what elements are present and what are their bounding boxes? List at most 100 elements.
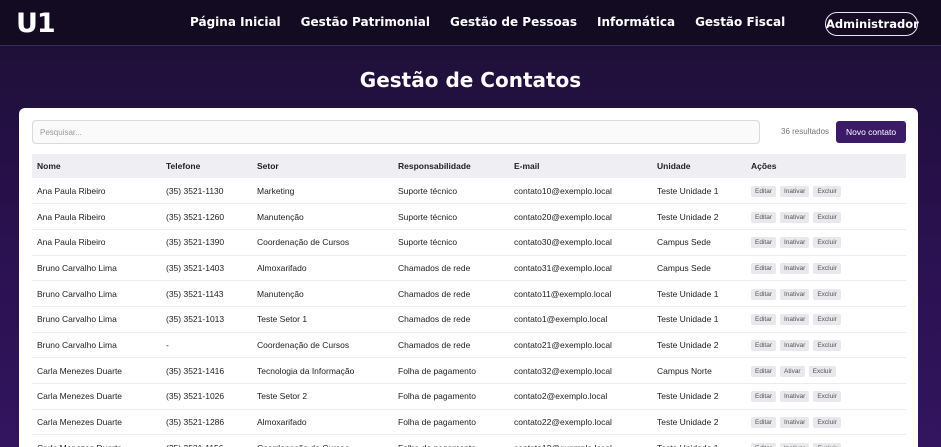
app-logo[interactable]: U1 [16,8,56,39]
contact-unit: Teste Unidade 2 [657,339,719,350]
column-header[interactable]: Responsabilidade [393,154,509,178]
delete-button[interactable]: Excluir [813,288,841,300]
contact-responsibility: Suporte técnico [398,185,458,196]
new-contact-button[interactable]: Novo contato [836,121,906,143]
edit-button[interactable]: Editar [751,417,776,429]
nav-fiscal-management[interactable]: Gestão Fiscal [695,15,785,29]
delete-button[interactable]: Excluir [813,185,841,197]
contact-sector: Almoxarifado [257,262,307,273]
row-actions: EditarInativarExcluir [746,384,906,410]
delete-button[interactable]: Excluir [813,237,841,249]
toggle-status-button[interactable]: Ativar [779,365,805,377]
delete-button[interactable]: Excluir [813,417,841,429]
delete-button[interactable]: Excluir [813,339,841,351]
contact-unit: Campus Norte [657,365,712,376]
toggle-status-button[interactable]: Inativar [779,237,810,249]
edit-button[interactable]: Editar [751,314,776,326]
contact-phone: (35) 3521-1156 [161,435,252,447]
contact-name: Bruno Carvalho Lima [37,288,117,299]
table-row: Carla Menezes Duarte (35) 3521-1286 Almoxa… [32,409,906,435]
toggle-status-button[interactable]: Inativar [779,185,810,197]
nav-home[interactable]: Página Inicial [190,15,281,29]
nav-it[interactable]: Informática [597,15,675,29]
row-actions: EditarInativarExcluir [746,178,906,204]
row-actions: EditarInativarExcluir [746,281,906,307]
table-row: Ana Paula Ribeiro (35) 3521-1130 Marketing… [32,178,906,204]
edit-button[interactable]: Editar [751,288,776,300]
table-row: Carla Menezes Duarte (35) 3521-1416 Tecnol… [32,358,906,384]
column-header[interactable]: Unidade [652,154,746,178]
column-header[interactable]: Nome [32,154,161,178]
contact-responsibility: Suporte técnico [398,237,458,248]
contact-responsibility: Suporte técnico [398,211,458,222]
contact-phone: (35) 3521-1260 [166,211,225,222]
toggle-status-button[interactable]: Inativar [779,314,810,326]
contact-responsibility: Folha de pagamento [398,365,476,376]
row-actions: EditarInativarExcluir [746,229,906,255]
contact-phone: - [166,339,169,350]
toggle-status-button[interactable]: Inativar [779,288,810,300]
table-row: Carla Menezes Duarte(35) 3521-1156Coorde… [32,435,906,447]
toggle-status-button[interactable]: Inativar [779,262,810,274]
column-header[interactable]: Setor [252,154,393,178]
contact-unit: Teste Unidade 2 [657,417,719,428]
contact-sector: Coordenação de Cursos [257,339,350,350]
row-actions: EditarInativarExcluir [746,332,906,358]
contact-email: contato2@exemplo.local [514,391,608,402]
nav-asset-management[interactable]: Gestão Patrimonial [301,15,430,29]
row-actions: EditarInativarExcluir [746,409,906,435]
contact-name: Bruno Carvalho Lima [37,262,117,273]
edit-button[interactable]: Editar [751,391,776,403]
column-header[interactable]: Telefone [161,154,252,178]
contact-name: Carla Menezes Duarte [32,435,161,447]
contact-name: Bruno Carvalho Lima [37,314,117,325]
edit-button[interactable]: Editar [751,262,776,274]
edit-button[interactable]: Editar [751,365,776,377]
table-row: Carla Menezes Duarte (35) 3521-1026 Teste … [32,384,906,410]
main-nav: Página Inicial Gestão Patrimonial Gestão… [190,15,805,29]
toggle-status-button[interactable]: Inativar [779,391,810,403]
contact-phone: (35) 3521-1013 [166,314,225,325]
row-actions: EditarInativarExcluir [746,255,906,281]
table-row: Bruno Carvalho Lima (35) 3521-1013 Teste S… [32,306,906,333]
contact-name: Ana Paula Ribeiro [37,185,106,196]
table-row: Ana Paula Ribeiro (35) 3521-1260 Manutençã… [32,204,906,230]
contact-email: contato20@exemplo.local [514,211,612,222]
edit-button[interactable]: Editar [751,339,776,351]
toggle-status-button[interactable]: Inativar [779,211,810,223]
search-input[interactable] [32,120,760,144]
contact-unit: Teste Unidade 1 [657,185,719,196]
contact-email: contato21@exemplo.local [514,339,612,350]
edit-button[interactable]: Editar [751,185,776,197]
contact-email: contato11@exemplo.local [514,288,612,299]
edit-button[interactable]: Editar [751,442,776,447]
delete-button[interactable]: Excluir [813,391,841,403]
toggle-status-button[interactable]: Inativar [779,339,810,351]
contact-name: Carla Menezes Duarte [37,365,123,376]
row-actions: EditarInativarExcluir [746,306,906,332]
toggle-status-button[interactable]: Inativar [779,417,810,429]
edit-button[interactable]: Editar [751,237,776,249]
column-header[interactable]: E-mail [509,154,652,178]
delete-button[interactable]: Excluir [813,314,841,326]
contact-unit: Teste Unidade 1 [652,435,746,447]
delete-button[interactable]: Excluir [813,211,841,223]
result-count: 36 resultados [781,127,830,136]
contact-responsibility: Chamados de rede [398,262,471,273]
contact-responsibility: Chamados de rede [398,288,471,299]
user-menu-button[interactable]: Administrador [825,12,919,36]
contact-email: contato22@exemplo.local [514,417,612,428]
toggle-status-button[interactable]: Inativar [779,442,810,447]
contact-name: Ana Paula Ribeiro [37,237,106,248]
contact-phone: (35) 3521-1390 [166,237,225,248]
nav-people-management[interactable]: Gestão de Pessoas [450,15,577,29]
edit-button[interactable]: Editar [751,211,776,223]
page-title: Gestão de Contatos [359,68,582,92]
delete-button[interactable]: Excluir [813,442,841,447]
delete-button[interactable]: Excluir [813,262,841,274]
contact-sector: Manutenção [257,211,304,222]
delete-button[interactable]: Excluir [808,365,837,377]
top-navbar: U1 Página Inicial Gestão Patrimonial Ges… [0,0,941,46]
contact-email: contato30@exemplo.local [514,237,612,248]
contact-name: Carla Menezes Duarte [37,391,123,402]
